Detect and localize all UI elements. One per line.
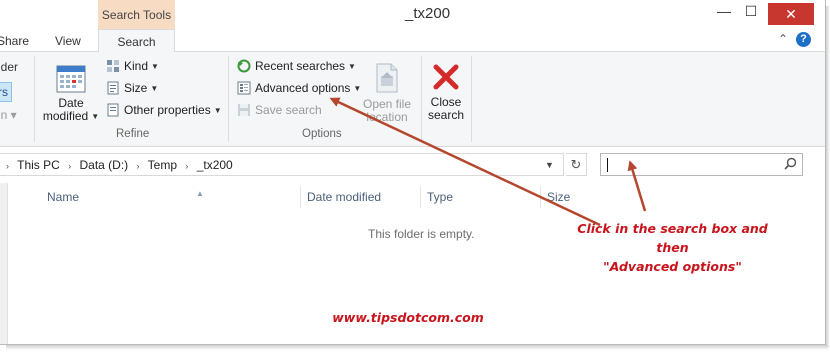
recent-searches-button[interactable]: Recent searches ▼ xyxy=(237,59,356,79)
website-watermark: www.tipsdotcom.com xyxy=(332,310,484,325)
calendar-icon xyxy=(56,65,86,93)
address-row: › This PC › Data (D:) › Temp › _tx200 ▼ … xyxy=(0,147,825,183)
recent-searches-label: Recent searches xyxy=(255,59,346,73)
tab-search[interactable]: Search xyxy=(98,29,175,53)
advanced-options-button[interactable]: Advanced options ▼ xyxy=(237,81,361,101)
search-again-in-fragment[interactable]: in ▾ xyxy=(0,108,17,122)
crumb-data-drive[interactable]: Data (D:) xyxy=(80,158,129,172)
maximize-button[interactable]: ☐ xyxy=(738,3,764,25)
properties-icon xyxy=(107,103,119,117)
all-subfolders-fragment[interactable]: rs xyxy=(0,85,8,99)
date-modified-button[interactable]: Date modified ▼ xyxy=(40,62,102,123)
sort-ascending-icon: ▲ xyxy=(196,189,204,198)
size-label: Size xyxy=(124,81,148,95)
instruction-line-2: "Advanced options" xyxy=(603,259,742,274)
open-file-location-icon xyxy=(376,63,398,93)
crumb-this-pc[interactable]: This PC xyxy=(17,158,60,172)
instruction-annotation: Click in the search box and then "Advanc… xyxy=(560,219,785,276)
recent-searches-icon xyxy=(237,59,251,73)
tab-share[interactable]: Share xyxy=(0,29,29,52)
other-properties-button[interactable]: Other properties ▼ xyxy=(106,103,222,123)
window-title: _tx200 xyxy=(405,5,451,22)
open-file-location-label: Open file location xyxy=(362,97,412,124)
window-shadow xyxy=(6,345,828,350)
column-header-row: Name ▲ Date modified Type Size xyxy=(9,186,825,208)
tab-view[interactable]: View xyxy=(55,29,81,52)
minimize-button[interactable]: — xyxy=(711,3,737,25)
kind-button[interactable]: Kind ▼ xyxy=(106,59,159,79)
column-name[interactable]: Name ▲ xyxy=(41,186,301,208)
close-search-label: Close search xyxy=(428,95,465,122)
date-modified-label: Date modified xyxy=(42,96,89,123)
column-size[interactable]: Size xyxy=(541,186,631,208)
search-icon[interactable] xyxy=(784,157,797,170)
kind-icon xyxy=(107,60,119,72)
instruction-line-1: Click in the search box and then xyxy=(577,221,768,255)
search-input[interactable] xyxy=(600,153,803,176)
other-properties-label: Other properties xyxy=(124,103,211,117)
crumb-tx200[interactable]: _tx200 xyxy=(197,158,233,172)
advanced-options-icon xyxy=(237,81,251,95)
collapse-ribbon-icon[interactable]: ⌃ xyxy=(778,32,788,46)
column-type[interactable]: Type xyxy=(421,186,541,208)
column-date-modified[interactable]: Date modified xyxy=(301,186,421,208)
help-icon[interactable]: ? xyxy=(796,32,811,47)
refine-group-label: Refine xyxy=(116,128,150,140)
window-shadow xyxy=(826,6,830,348)
save-search-label: Save search xyxy=(255,103,322,117)
group-divider xyxy=(228,56,229,142)
save-search-button[interactable]: Save search xyxy=(237,103,322,123)
size-button[interactable]: Size ▼ xyxy=(106,81,158,101)
location-folder-fragment[interactable]: lder xyxy=(0,60,18,74)
size-icon xyxy=(107,81,119,95)
advanced-options-label: Advanced options xyxy=(255,81,351,95)
search-tools-context-tab: Search Tools xyxy=(98,0,175,29)
close-search-button[interactable]: Close search xyxy=(425,62,467,122)
close-window-button[interactable]: ✕ xyxy=(768,3,814,25)
options-group-label: Options xyxy=(302,128,342,140)
breadcrumb: › This PC › Data (D:) › Temp › _tx200 xyxy=(6,158,233,172)
title-bar: Search Tools _tx200 — ☐ ✕ xyxy=(0,0,825,29)
text-cursor xyxy=(607,158,608,172)
address-history-chevron-down-icon[interactable]: ▼ xyxy=(545,160,554,170)
group-divider xyxy=(34,56,35,142)
explorer-window: Search Tools _tx200 — ☐ ✕ Share View Sea… xyxy=(0,0,826,345)
crumb-temp[interactable]: Temp xyxy=(148,158,177,172)
group-divider xyxy=(471,56,472,142)
group-divider xyxy=(421,56,422,142)
save-icon xyxy=(238,104,250,116)
address-bar[interactable]: › This PC › Data (D:) › Temp › _tx200 ▼ xyxy=(0,153,564,176)
close-x-icon xyxy=(433,64,459,90)
navigation-pane[interactable] xyxy=(0,183,8,344)
ribbon: lder rs in ▾ Date modified▼ Kind▼ Size▼ xyxy=(0,52,825,147)
empty-folder-message: This folder is empty. xyxy=(368,227,475,241)
ribbon-tab-row: Share View Search ⌃ ? xyxy=(0,29,825,53)
open-file-location-button[interactable]: Open file location xyxy=(358,60,416,124)
kind-label: Kind xyxy=(124,59,149,73)
refresh-icon[interactable]: ↻ xyxy=(566,153,587,176)
